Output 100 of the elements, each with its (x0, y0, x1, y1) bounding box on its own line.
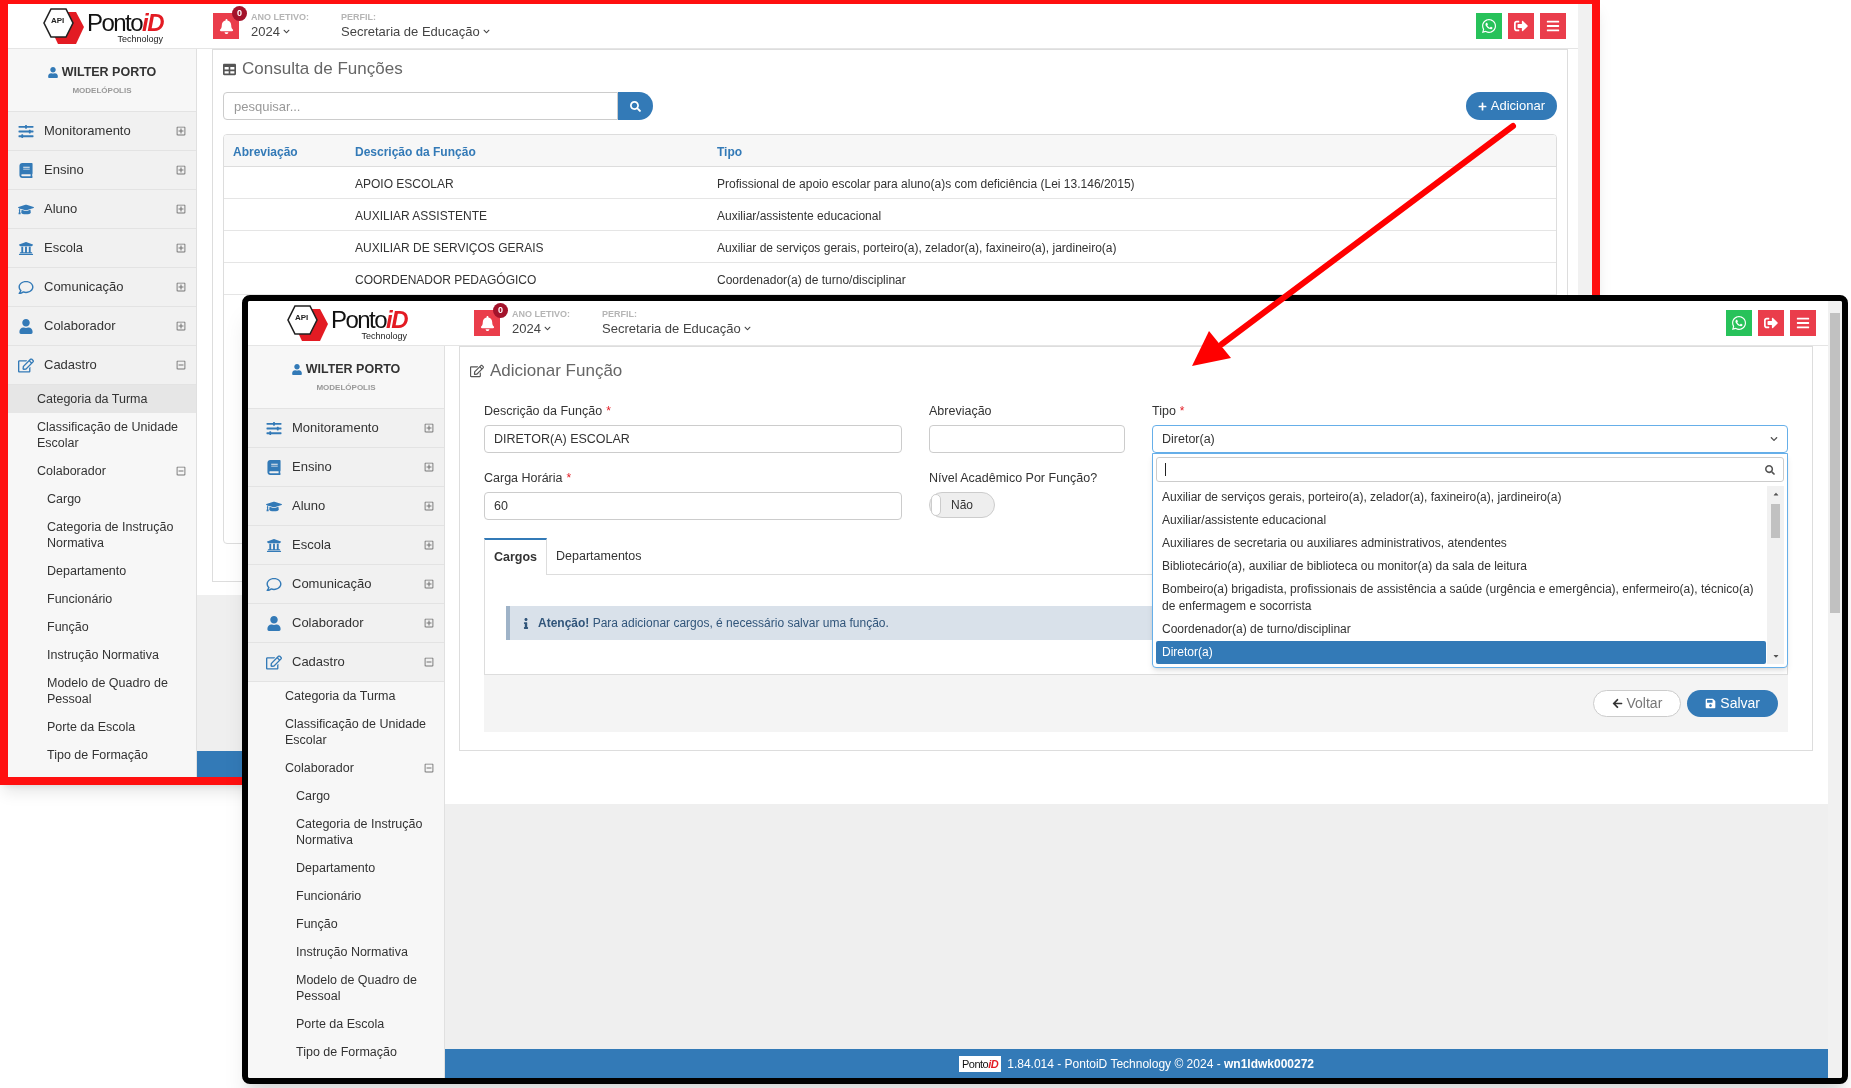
caret-up-icon[interactable] (1771, 490, 1780, 498)
sidebar-item[interactable]: Cadastro (248, 643, 444, 682)
table-cell: Profissional de apoio escolar para aluno(a)s com deficiência (Lei 13.146/2015) (717, 176, 1135, 191)
sidebar-item[interactable]: Comunicação (248, 565, 444, 604)
alert-text: Atenção! Para adicionar cargos, é necessário salvar uma função. (538, 615, 889, 632)
sidebar-item[interactable]: Porte da Escola (8, 713, 196, 741)
scrollbar[interactable] (1767, 486, 1784, 664)
whatsapp-button[interactable] (1726, 310, 1752, 336)
scrollbar-thumb[interactable] (1771, 504, 1780, 538)
table-cell: COORDENADOR PEDAGÓGICO (355, 272, 537, 287)
menu-icon (1546, 19, 1560, 33)
column-header[interactable]: Tipo (717, 144, 743, 159)
sidebar-item[interactable]: Aluno (8, 190, 196, 229)
sidebar-item[interactable]: Tipo de Formação (248, 1038, 444, 1066)
logout-button[interactable] (1508, 13, 1534, 39)
tab[interactable]: Cargos (484, 538, 548, 575)
search-button[interactable] (618, 92, 653, 120)
menu-button[interactable] (1790, 310, 1816, 336)
dropdown-option[interactable]: Auxiliar/assistente educacional (1156, 509, 1766, 532)
year-dropdown[interactable]: 2024 (512, 319, 570, 338)
sidebar-item[interactable]: Ensino (8, 151, 196, 190)
select-field[interactable]: Diretor(a) (1152, 425, 1788, 453)
tab[interactable]: Departamentos (547, 538, 651, 574)
notification-button[interactable] (474, 310, 500, 336)
dropdown-option[interactable]: Diretor(a) (1156, 641, 1766, 664)
sidebar-item[interactable]: Departamento (248, 854, 444, 882)
sidebar-item[interactable]: Função (8, 613, 196, 641)
sidebar-item[interactable]: Ensino (248, 448, 444, 487)
sidebar-item[interactable]: Classificação de Unidade Escolar (248, 710, 444, 754)
sidebar-item[interactable]: Instrução Normativa (8, 641, 196, 669)
logo-wordmark: PontoiD (86, 11, 164, 35)
sidebar-item[interactable]: Tipo de Formação (8, 741, 196, 769)
sidebar-item[interactable]: Cargo (8, 485, 196, 513)
bell-icon (479, 315, 495, 331)
sidebar-item[interactable]: Comunicação (8, 268, 196, 307)
sidebar-item[interactable]: Colaborador (248, 754, 444, 782)
dropdown-search-field[interactable] (1156, 457, 1784, 482)
sidebar-item[interactable]: Monitoramento (248, 409, 444, 448)
sidebar-item[interactable]: Modelo de Quadro de Pessoal (248, 966, 444, 1010)
column-header[interactable]: Abreviação (233, 144, 298, 159)
scrollbar-thumb[interactable] (1830, 313, 1840, 613)
input-field[interactable]: DIRETOR(A) ESCOLAR (484, 425, 902, 453)
dropdown-option[interactable]: Bombeiro(a) brigadista, profissionais de assistência a saúde (urgência e emergência), enfermeiro(a), técnico(a) de enfermagem e socorrista (1156, 578, 1766, 618)
table-cell: Auxiliar/assistente educacional (717, 208, 882, 223)
column-header[interactable]: Descrição da Função (355, 144, 476, 159)
add-button[interactable]: Adicionar (1465, 92, 1557, 120)
sidebar-item[interactable]: Categoria da Turma (248, 682, 444, 710)
dropdown-option[interactable]: Bibliotecário(a), auxiliar de biblioteca ou monitor(a) da sala de leitura (1156, 555, 1766, 578)
menu-button[interactable] (1540, 13, 1566, 39)
sidebar-item[interactable]: Função (248, 910, 444, 938)
sidebar-item[interactable]: Categoria da Turma (8, 385, 196, 413)
sidebar-item[interactable]: Colaborador (8, 307, 196, 346)
sidebar-item[interactable]: Modelo de Quadro de Pessoal (8, 669, 196, 713)
input-field[interactable] (929, 425, 1125, 453)
page-title: Adicionar Função (490, 360, 623, 383)
sidebar-item[interactable]: Instrução Normativa (248, 938, 444, 966)
bell-icon (218, 18, 234, 34)
sidebar-item[interactable]: Categoria de Instrução Normativa (8, 513, 196, 557)
caret-down-icon[interactable] (1771, 652, 1780, 660)
sidebar-item[interactable]: Colaborador (8, 457, 196, 485)
save-button[interactable]: Salvar (1687, 690, 1778, 717)
dropdown-option[interactable]: Auxiliar de serviços gerais, porteiro(a), zelador(a), faxineiro(a), jardineiro(a) (1156, 486, 1766, 509)
chevron-down-icon (743, 325, 751, 332)
sidebar-item[interactable]: Departamento (8, 557, 196, 585)
sidebar-item[interactable]: Classificação de Unidade Escolar (8, 413, 196, 457)
back-button[interactable]: Voltar (1592, 690, 1682, 717)
input-field[interactable]: 60 (484, 492, 902, 520)
text-cursor (1165, 463, 1166, 476)
user-name: WILTER PORTO (61, 63, 157, 81)
sidebar-item[interactable]: Colaborador (248, 604, 444, 643)
edit-icon (470, 364, 484, 378)
dropdown-option[interactable]: Auxiliares de secretaria ou auxiliares administrativos, atendentes (1156, 532, 1766, 555)
logout-icon (1514, 19, 1528, 33)
required-mark: * (566, 470, 572, 487)
notification-button[interactable] (213, 13, 239, 39)
sidebar-item[interactable]: Aluno (248, 487, 444, 526)
sidebar-item[interactable]: Monitoramento (8, 112, 196, 151)
dropdown-option[interactable]: Coordenador(a) de turno/disciplinar (1156, 618, 1766, 641)
sidebar-item[interactable]: Escola (8, 229, 196, 268)
year-label: ANO LETIVO: (251, 11, 309, 23)
logout-icon (1764, 316, 1778, 330)
sidebar-item[interactable]: Funcionário (8, 585, 196, 613)
notification-count: 0 (232, 6, 247, 21)
sidebar-item[interactable]: Cargo (248, 782, 444, 810)
logout-button[interactable] (1758, 310, 1784, 336)
profile-dropdown[interactable]: Secretaria de Educação (341, 22, 490, 41)
sidebar-item[interactable]: Cadastro (8, 346, 196, 385)
profile-dropdown[interactable]: Secretaria de Educação (602, 319, 751, 338)
sidebar-item[interactable]: Porte da Escola (248, 1010, 444, 1038)
scrollbar[interactable] (1828, 301, 1842, 1078)
sidebar-item[interactable]: Escola (248, 526, 444, 565)
sidebar-item[interactable]: Funcionário (248, 882, 444, 910)
whatsapp-button[interactable] (1476, 13, 1502, 39)
speech-bubble-icon (18, 279, 34, 295)
profile-label: PERFIL: (602, 308, 638, 320)
year-dropdown[interactable]: 2024 (251, 22, 309, 41)
sidebar-item[interactable]: Categoria de Instrução Normativa (248, 810, 444, 854)
search-field[interactable]: pesquisar... (223, 92, 618, 120)
toggle-switch[interactable]: Não (929, 492, 995, 518)
info-icon (522, 617, 530, 629)
